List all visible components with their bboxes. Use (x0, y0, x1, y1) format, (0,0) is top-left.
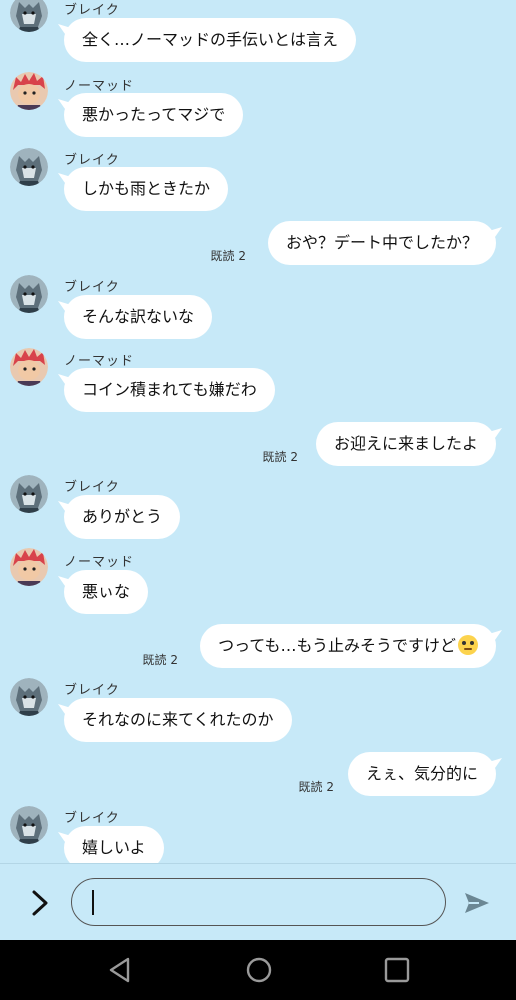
message-input-bar (0, 863, 516, 940)
message-bubble[interactable]: 悪かったってマジで (64, 93, 244, 137)
message-bubble[interactable]: それなのに来てくれたのか (64, 698, 292, 742)
message-bubble[interactable]: お迎えに来ましたよ (315, 422, 496, 466)
avatar-wolf[interactable] (10, 806, 48, 844)
back-triangle-icon[interactable] (104, 954, 136, 986)
read-receipt: 既読 2 (142, 653, 178, 667)
read-receipt: 既読 2 (262, 450, 298, 464)
avatar-wolf[interactable] (10, 0, 48, 32)
android-nav-bar (0, 940, 516, 1000)
avatar-wolf[interactable] (10, 148, 48, 186)
wolf-avatar-icon (10, 0, 48, 32)
message-bubble[interactable]: しかも雨ときたか (64, 167, 229, 211)
avatar-wolf[interactable] (10, 475, 48, 513)
face-with-rolling-eyes-icon (458, 635, 478, 655)
sender-name: ノーマッド (64, 79, 135, 94)
message-bubble[interactable]: ありがとう (64, 495, 181, 539)
avatar-redhead[interactable] (10, 72, 48, 110)
message-bubble[interactable]: そんな訳ないな (64, 295, 213, 339)
chat-area[interactable]: ブレイク 全く…ノーマッドの手伝いとは言え ノーマッド 悪かったってマジで ブレ… (0, 0, 516, 863)
sender-name: ブレイク (64, 811, 120, 826)
message-bubble[interactable]: おや？デート中でしたか？ (267, 221, 496, 265)
message-bubble[interactable]: えぇ、気分的に (347, 752, 496, 796)
wolf-avatar-icon (10, 678, 48, 716)
text-caret (92, 890, 94, 915)
wolf-avatar-icon (10, 275, 48, 313)
message-bubble[interactable]: コイン積まれても嫌だわ (64, 368, 275, 412)
wolf-avatar-icon (10, 148, 48, 186)
avatar-redhead[interactable] (10, 548, 48, 586)
message-input[interactable] (71, 878, 446, 926)
avatar-wolf[interactable] (10, 275, 48, 313)
read-receipt: 既読 2 (210, 249, 246, 263)
recents-square-icon[interactable] (381, 954, 413, 986)
message-bubble[interactable]: 嬉しいよ (64, 826, 164, 863)
sender-name: ブレイク (64, 683, 120, 698)
redhead-avatar-icon (10, 348, 48, 386)
sender-name: ノーマッド (64, 354, 135, 369)
redhead-avatar-icon (10, 72, 48, 110)
home-circle-icon[interactable] (243, 954, 275, 986)
sender-name: ノーマッド (64, 555, 135, 570)
sender-name: ブレイク (64, 480, 120, 495)
message-bubble[interactable]: 全く…ノーマッドの手伝いとは言え (64, 18, 357, 62)
avatar-redhead[interactable] (10, 348, 48, 386)
read-receipt: 既読 2 (298, 780, 334, 794)
sender-name: ブレイク (64, 280, 120, 295)
wolf-avatar-icon (10, 806, 48, 844)
sender-name: ブレイク (64, 3, 120, 18)
chevron-right-icon[interactable] (26, 886, 56, 920)
send-icon[interactable] (462, 888, 492, 918)
redhead-avatar-icon (10, 548, 48, 586)
wolf-avatar-icon (10, 475, 48, 513)
sender-name: ブレイク (64, 153, 120, 168)
message-text: つっても…もう止みそうですけど (218, 636, 456, 655)
message-bubble[interactable]: つっても…もう止みそうですけど (200, 624, 496, 668)
message-bubble[interactable]: 悪ぃな (64, 570, 149, 614)
avatar-wolf[interactable] (10, 678, 48, 716)
